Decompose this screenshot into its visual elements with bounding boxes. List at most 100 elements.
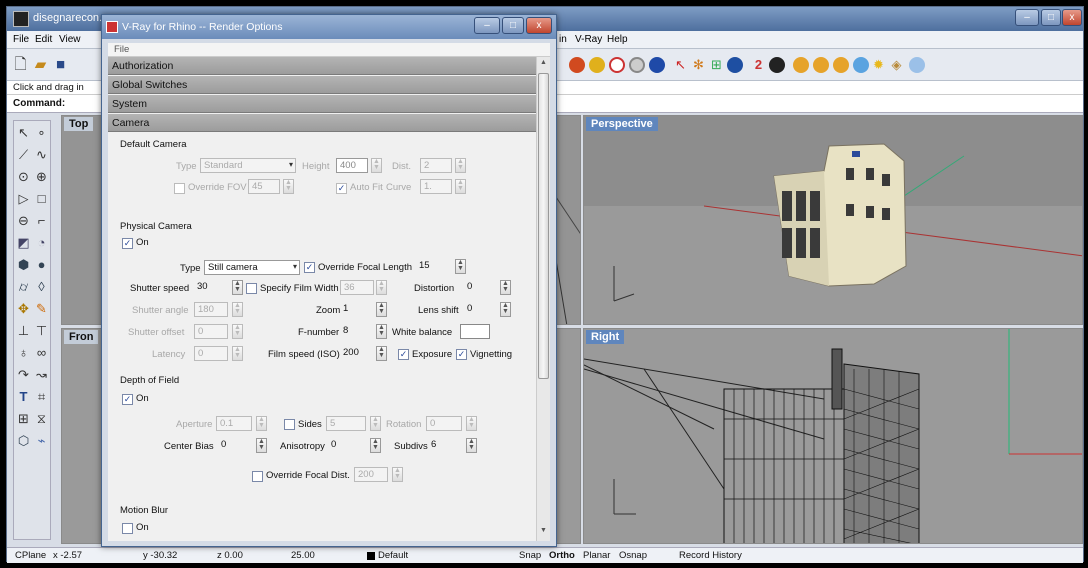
- dist-field[interactable]: 2: [420, 158, 452, 173]
- status-planar[interactable]: Planar: [583, 550, 610, 561]
- override-focal-length-checkbox[interactable]: ✓: [304, 262, 315, 273]
- vray-close-icon[interactable]: x: [526, 17, 552, 34]
- white-balance-swatch[interactable]: [460, 324, 490, 339]
- split-icon[interactable]: ∞: [34, 345, 49, 360]
- ring-icon[interactable]: [609, 57, 625, 73]
- section-authorization[interactable]: Authorization: [108, 57, 536, 75]
- motion-blur-on-checkbox[interactable]: [122, 523, 133, 534]
- distortion-spinner[interactable]: ▲ ▼: [500, 280, 511, 295]
- shutter-angle-spinner[interactable]: ▲ ▼: [232, 302, 243, 317]
- latency-field[interactable]: 0: [194, 346, 228, 361]
- transform-icon[interactable]: ✥: [16, 301, 31, 316]
- zoom-field[interactable]: 1: [340, 302, 374, 317]
- cone-icon[interactable]: [793, 57, 809, 73]
- snap-icon[interactable]: ⌗: [34, 389, 49, 404]
- physical-camera-on-checkbox[interactable]: ✓: [122, 238, 133, 249]
- cone-icon-2[interactable]: [813, 57, 829, 73]
- circle-icon[interactable]: ⊙: [16, 169, 31, 184]
- status-ortho[interactable]: Ortho: [549, 550, 575, 561]
- menu-file[interactable]: File: [13, 34, 29, 45]
- viewport-right[interactable]: Right: [583, 328, 1083, 544]
- rotation-spinner[interactable]: ▲ ▼: [466, 416, 477, 431]
- status-osnap[interactable]: Osnap: [619, 550, 647, 561]
- loft-icon[interactable]: ◔: [34, 235, 49, 250]
- sides-checkbox[interactable]: [284, 419, 295, 430]
- tag-icon[interactable]: ◈: [889, 57, 904, 72]
- scroll-up-icon[interactable]: ▲: [538, 59, 549, 71]
- env-icon[interactable]: [629, 57, 645, 73]
- curve-field[interactable]: 1.: [420, 179, 452, 194]
- pencil-icon[interactable]: ✎: [34, 301, 49, 316]
- menu-vray[interactable]: V-Ray: [575, 34, 602, 45]
- shutter-speed-spinner[interactable]: ▲ ▼: [232, 280, 243, 295]
- override-focal-dist-checkbox[interactable]: [252, 471, 263, 482]
- anisotropy-spinner[interactable]: ▲ ▼: [370, 438, 381, 453]
- dimension-icon[interactable]: ⊥: [16, 323, 31, 338]
- specify-film-width-checkbox[interactable]: [246, 283, 257, 294]
- mirror-icon[interactable]: ⧖: [34, 411, 49, 426]
- fov-field[interactable]: 45: [248, 179, 280, 194]
- focal-dist-spinner[interactable]: ▲ ▼: [392, 467, 403, 482]
- maximize-icon[interactable]: □: [1041, 9, 1061, 26]
- save-icon[interactable]: ■: [53, 57, 68, 72]
- focal-dist-field[interactable]: 200: [354, 467, 388, 482]
- grid-icon[interactable]: ⊞: [709, 57, 724, 72]
- solid-box-icon[interactable]: ⬢: [16, 257, 31, 272]
- cylinder-icon[interactable]: ⌭: [16, 279, 31, 294]
- film-speed-field[interactable]: 200: [340, 346, 374, 361]
- shutter-angle-field[interactable]: 180: [194, 302, 228, 317]
- section-camera[interactable]: Camera: [108, 114, 536, 132]
- array-icon[interactable]: ⊞: [16, 411, 31, 426]
- ellipse-icon[interactable]: ⊖: [16, 213, 31, 228]
- polyline-icon[interactable]: ⟋: [16, 147, 31, 162]
- phys-type-select[interactable]: Still camera ▾: [204, 260, 300, 275]
- render-sphere-icon[interactable]: [649, 57, 665, 73]
- scroll-down-icon[interactable]: ▼: [538, 527, 549, 539]
- shutter-offset-spinner[interactable]: ▲ ▼: [232, 324, 243, 339]
- subdivs-spinner[interactable]: ▲ ▼: [466, 438, 477, 453]
- menu-help[interactable]: Help: [607, 34, 628, 45]
- viewport-perspective[interactable]: Perspective: [583, 115, 1083, 325]
- focal-length-field[interactable]: 15: [416, 259, 448, 274]
- dof-on-checkbox[interactable]: ✓: [122, 394, 133, 405]
- status-layer[interactable]: Default: [378, 550, 408, 561]
- select-icon[interactable]: ↖: [16, 125, 31, 140]
- fov-spinner[interactable]: ▲ ▼: [283, 179, 294, 194]
- menu-render-partial[interactable]: in: [559, 34, 567, 45]
- help-sphere-icon[interactable]: [727, 57, 743, 73]
- arc-icon[interactable]: ⊕: [34, 169, 49, 184]
- dome-icon[interactable]: [909, 57, 925, 73]
- status-snap[interactable]: Snap: [519, 550, 541, 561]
- vray-minimize-icon[interactable]: –: [474, 17, 500, 34]
- sides-field[interactable]: 5: [326, 416, 366, 431]
- center-bias-field[interactable]: 0: [218, 438, 254, 453]
- fillet-icon[interactable]: ⌐: [34, 213, 49, 228]
- rotation-field[interactable]: 0: [426, 416, 462, 431]
- info-icon[interactable]: [769, 57, 785, 73]
- text-icon[interactable]: T: [16, 389, 31, 404]
- align-icon[interactable]: ⊤: [34, 323, 49, 338]
- section-system[interactable]: System: [108, 95, 536, 113]
- ruler-icon[interactable]: ⌁: [34, 433, 49, 448]
- section-global-switches[interactable]: Global Switches: [108, 76, 536, 94]
- viewport-label-perspective[interactable]: Perspective: [586, 117, 658, 131]
- material-sphere-icon[interactable]: [569, 57, 585, 73]
- rectangle-icon[interactable]: ▷: [16, 191, 31, 206]
- sweep-icon[interactable]: ↝: [34, 367, 49, 382]
- vignetting-checkbox[interactable]: ✓: [456, 349, 467, 360]
- scroll-thumb[interactable]: [538, 73, 549, 379]
- point-icon[interactable]: ∘: [34, 125, 49, 140]
- fnumber-field[interactable]: 8: [340, 324, 374, 339]
- distortion-field[interactable]: 0: [464, 280, 492, 295]
- aperture-field[interactable]: 0.1: [216, 416, 252, 431]
- open-folder-icon[interactable]: ▰: [33, 57, 48, 72]
- box-outline-icon[interactable]: □: [34, 191, 49, 206]
- sphere-blue-icon[interactable]: [853, 57, 869, 73]
- new-file-icon[interactable]: 🗋: [13, 57, 28, 72]
- sides-spinner[interactable]: ▲ ▼: [370, 416, 381, 431]
- dist-spinner[interactable]: ▲ ▼: [455, 158, 466, 173]
- anisotropy-field[interactable]: 0: [328, 438, 364, 453]
- viewport-label-top[interactable]: Top: [64, 117, 94, 131]
- aperture-spinner[interactable]: ▲ ▼: [256, 416, 267, 431]
- status-record-history[interactable]: Record History: [679, 550, 742, 561]
